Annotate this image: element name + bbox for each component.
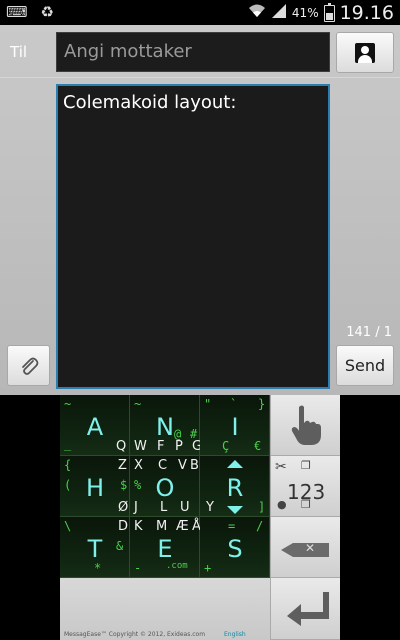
key-o[interactable]: X C V B $ % J L U O (120, 456, 200, 517)
key-hint: \ (64, 519, 72, 533)
key-n[interactable]: ~ @ # Q W F P G N (116, 395, 202, 456)
hand-pointer-icon (291, 405, 321, 445)
char-counter: 141 / 1 (346, 325, 392, 340)
key-hint: / (256, 519, 264, 533)
paperclip-icon (21, 357, 38, 375)
key-hint: L (160, 500, 168, 515)
key-main-label: A (86, 413, 104, 441)
message-input[interactable]: Colemakoid layout: (56, 84, 330, 389)
key-main-label: R (226, 474, 244, 502)
compose-area: Til Angi mottaker Colemakoid layout: 141… (0, 25, 400, 395)
key-main-label: T (87, 535, 103, 563)
key-main-label: N (156, 413, 174, 441)
signal-icon (271, 3, 287, 23)
key-hint: Ç (222, 439, 230, 453)
key-hint: B (190, 458, 199, 473)
key-e[interactable]: K M Æ Å - .com E (130, 517, 201, 578)
battery-fill (325, 13, 333, 20)
key-hint: W (134, 439, 147, 454)
key-hint: Æ (176, 519, 189, 534)
language-label[interactable]: English (224, 631, 246, 638)
key-hint: Q (116, 439, 127, 454)
key-t[interactable]: \ D & * T (60, 517, 130, 578)
key-hint: Z (118, 458, 127, 473)
key-i[interactable]: " ` } Ç € I (200, 395, 270, 456)
battery-icon (323, 2, 335, 22)
key-hint: P (175, 439, 183, 454)
copyright-text: MessagEase™ Copyright © 2012, Exideas.co… (64, 631, 206, 638)
key-grid: ~ _ A ~ @ # Q W F P G N " ` } Ç € I { Z … (60, 395, 270, 578)
status-left: ⌨ ♻ (6, 3, 62, 21)
key-hint: ` (230, 397, 238, 411)
key-hint: J (134, 500, 138, 515)
key-r[interactable]: Y ] R (200, 456, 270, 517)
backspace-key[interactable]: ✕ (270, 517, 340, 578)
scissors-icon: ✂ (275, 459, 287, 475)
key-hint: = (228, 519, 236, 533)
key-hint: D (118, 519, 129, 534)
keyboard: ~ _ A ~ @ # Q W F P G N " ` } Ç € I { Z … (60, 395, 340, 640)
key-hint: " (204, 397, 212, 411)
key-hint: { (64, 458, 72, 472)
key-hint: + (204, 561, 212, 575)
key-hint: Y (206, 500, 214, 515)
status-right: 41% 19.16 (248, 1, 394, 25)
key-hint: C (158, 458, 168, 473)
key-hint: - (134, 561, 142, 575)
touchpad-key[interactable] (270, 395, 340, 456)
battery-percent: 41% (291, 6, 319, 20)
key-hint: ~ (134, 397, 142, 411)
status-bar: ⌨ ♻ 41% 19.16 (0, 0, 400, 25)
copy-icon: ❐ (301, 459, 311, 472)
key-hint: V (178, 458, 187, 473)
contact-icon (355, 42, 375, 63)
to-label: Til (10, 43, 28, 61)
key-hint: * (94, 561, 102, 575)
key-hint: € (254, 439, 262, 453)
key-hint: Ø (118, 500, 129, 515)
key-main-label: I (231, 413, 239, 441)
key-hint: F (157, 439, 165, 454)
recycle-icon: ♻ (40, 3, 54, 21)
key-main-label: S (227, 535, 243, 563)
wifi-icon (248, 3, 266, 23)
key-hint: K (134, 519, 143, 534)
key-hint: $ (120, 478, 128, 492)
key-hint: ] (258, 500, 266, 514)
edit-number-key[interactable]: ✂ ❐ 123 ● ❐ (270, 456, 340, 517)
contacts-button[interactable] (336, 32, 394, 73)
attach-button[interactable] (7, 345, 50, 386)
recipient-input[interactable]: Angi mottaker (56, 32, 330, 72)
microphone-icon: ● (277, 498, 287, 511)
key-main-label: E (157, 535, 173, 563)
keyboard-footer: MessagEase™ Copyright © 2012, Exideas.co… (60, 578, 270, 640)
clock-time: 19.16 (339, 2, 394, 24)
shift-up-icon (227, 460, 243, 468)
key-hint: U (180, 500, 190, 515)
key-hint: M (156, 519, 168, 534)
paste-icon: ❐ (301, 498, 311, 511)
divider (0, 77, 400, 78)
send-button[interactable]: Send (336, 345, 394, 386)
backspace-x-icon: ✕ (305, 541, 316, 555)
key-s[interactable]: = / + S (200, 517, 270, 578)
key-hint: ~ (64, 397, 72, 411)
keyboard-icon: ⌨ (6, 3, 28, 21)
key-main-label: O (155, 474, 175, 502)
shift-down-icon (227, 506, 243, 514)
key-hint: X (134, 458, 143, 473)
enter-key[interactable] (270, 578, 340, 640)
enter-icon (287, 592, 329, 626)
key-hint: } (258, 397, 266, 411)
